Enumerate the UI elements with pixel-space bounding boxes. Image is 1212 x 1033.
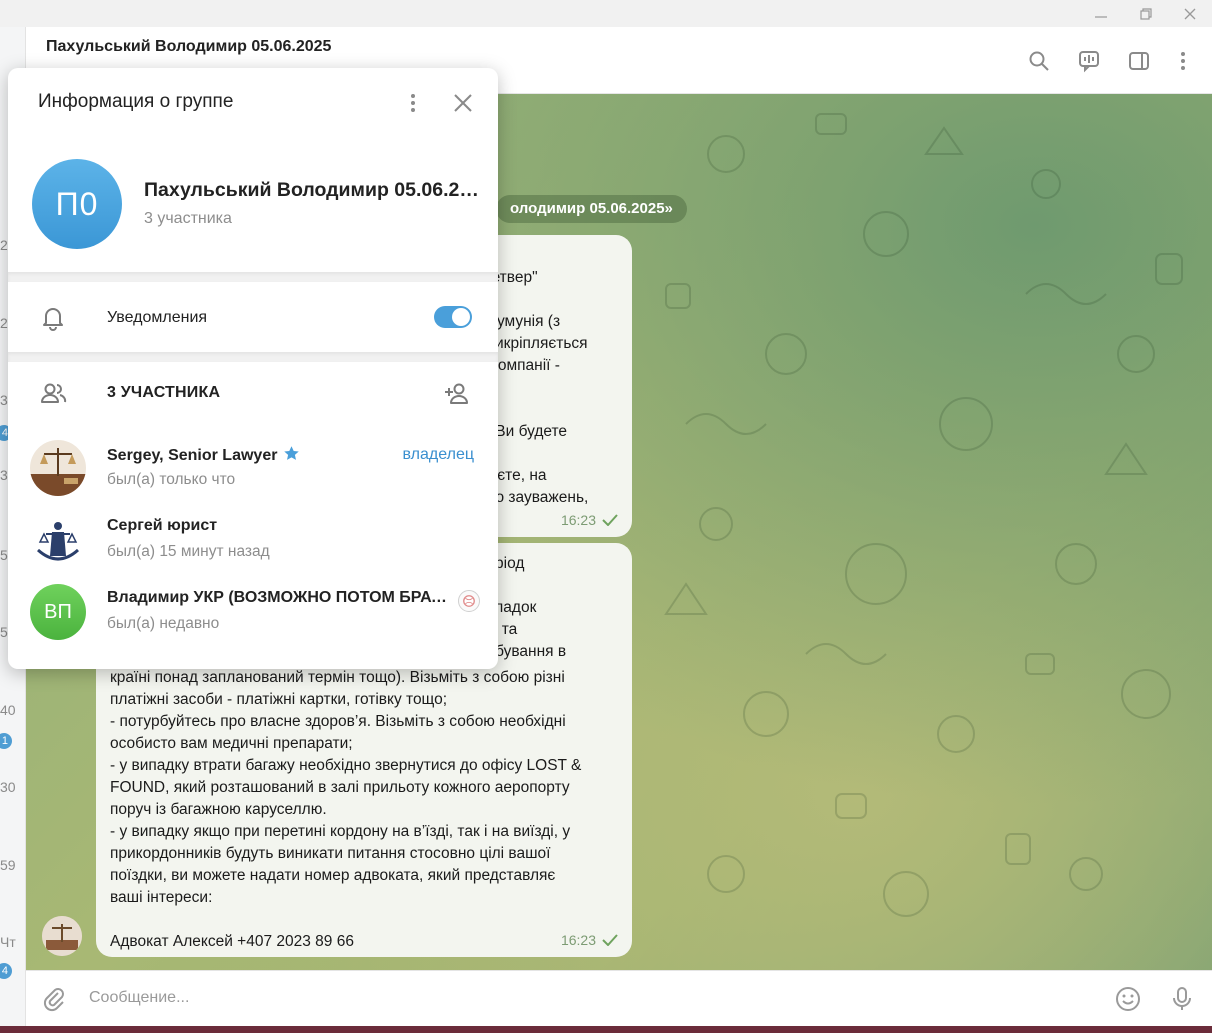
message-input[interactable]: Сообщение... — [89, 989, 189, 1007]
message-line: сів та — [478, 621, 518, 638]
member-name: Владимир УКР (ВОЗМОЖНО ПОТОМ БРАТЬ ЕЩЁ) — [107, 589, 452, 606]
microphone-icon[interactable] — [1168, 985, 1196, 1013]
read-check-icon — [602, 514, 618, 526]
group-name: Пахульський Володимир 05.06.2025 — [144, 179, 484, 201]
member-avatar — [30, 440, 86, 496]
message-line: и, Ви будете — [478, 423, 568, 440]
sender-avatar[interactable] — [42, 916, 82, 956]
group-members-count: 3 участника — [144, 210, 232, 227]
close-icon[interactable] — [1167, 0, 1212, 27]
notifications-label: Уведомления — [107, 309, 208, 326]
message-line: - у випадку якщо при перетині кордону на… — [110, 823, 571, 840]
message-line: Адвокат Алексей +407 2023 89 66 — [110, 933, 354, 950]
member-status: был(а) недавно — [107, 615, 220, 632]
chat-list-fragment: 30 — [0, 779, 16, 795]
group-info-panel: Информация о группе П0 Пахульський Волод… — [8, 68, 498, 669]
message-line: випадок — [478, 599, 537, 616]
chat-list-fragment: Чт — [0, 934, 16, 950]
message-line: FOUND, який розташований в залі прильоту… — [110, 779, 570, 796]
message-line: , Румунія (з — [478, 313, 561, 330]
message-line: а компанії - — [478, 357, 560, 374]
restore-icon[interactable] — [1123, 0, 1168, 27]
member-name: Сергей юрист — [107, 517, 218, 534]
member-name-text: Sergey, Senior Lawyer — [107, 447, 278, 464]
message-line: - потурбуйтесь про власне здоров’я. Візь… — [110, 713, 566, 730]
os-taskbar — [0, 1026, 1212, 1033]
message-line: - у випадку втрати багажу необхідно звер… — [110, 757, 582, 774]
members-heading: 3 УЧАСТНИКА — [107, 384, 221, 401]
chat-list-fragment: 40 — [0, 702, 16, 718]
chat-list-fragment: 59 — [0, 857, 16, 873]
section-divider — [8, 352, 498, 362]
bell-icon — [38, 303, 68, 333]
unread-badge: 1 — [0, 733, 12, 749]
member-avatar: ВП — [30, 584, 86, 640]
section-divider — [8, 272, 498, 282]
chat-list-fragment: 3 — [0, 392, 8, 408]
message-timestamp: 16:23 — [560, 932, 596, 948]
message-line: або зауважень, — [478, 489, 589, 506]
star-icon — [284, 446, 300, 460]
emoji-status-icon — [458, 590, 480, 612]
member-name: Sergey, Senior Lawyer — [107, 445, 300, 465]
message-composer[interactable]: Сообщение... — [26, 970, 1212, 1026]
add-member-icon[interactable] — [442, 379, 472, 409]
message-time: 16:23 — [561, 509, 618, 531]
member-row[interactable]: Сергей юрист был(а) 15 минут назад — [8, 506, 498, 572]
close-icon[interactable] — [450, 90, 476, 116]
member-status: был(а) 15 минут назад — [107, 543, 270, 560]
members-icon — [38, 379, 68, 409]
message-line: поруч із багажною каруселлю. — [110, 801, 327, 818]
message-line: прикріпляється — [478, 335, 588, 352]
message-line: особисто вам медичні препарати; — [110, 735, 353, 752]
member-avatar — [30, 512, 86, 568]
window-titlebar — [0, 0, 1212, 27]
emoji-icon[interactable] — [1114, 985, 1142, 1013]
attach-icon[interactable] — [40, 985, 68, 1013]
message-line: країні понад запланований термін тощо). … — [110, 669, 565, 686]
read-check-icon — [602, 934, 618, 946]
message-line: ваші інтереси: — [110, 889, 213, 906]
message-line: поїздки, ви можете надати номер адвоката… — [110, 867, 556, 884]
message-time: 16:23 — [561, 929, 618, 951]
chat-title[interactable]: Пахульський Володимир 05.06.2025 — [46, 38, 331, 56]
message-line: "четвер" — [478, 269, 538, 286]
message-line: період — [478, 555, 525, 572]
video-chat-icon[interactable] — [1076, 48, 1102, 74]
member-row[interactable]: ВП Владимир УКР (ВОЗМОЖНО ПОТОМ БРАТЬ ЕЩ… — [8, 578, 498, 644]
more-vertical-icon[interactable] — [1170, 48, 1196, 74]
message-line: прикордонників будуть виникати питання с… — [110, 845, 551, 862]
member-role-badge: владелец — [402, 446, 474, 463]
member-status: был(а) только что — [107, 471, 236, 488]
search-icon[interactable] — [1026, 48, 1052, 74]
panel-title: Информация о группе — [38, 91, 234, 112]
unread-badge: 4 — [0, 963, 12, 979]
more-vertical-icon[interactable] — [400, 90, 426, 116]
group-avatar[interactable]: П0 — [32, 159, 122, 249]
message-line: н! — [478, 245, 618, 267]
message-timestamp: 16:23 — [560, 512, 596, 528]
message-line: платіжні засоби - платіжні картки, готів… — [110, 691, 448, 708]
notifications-toggle[interactable] — [434, 306, 472, 328]
minimize-icon[interactable] — [1078, 0, 1123, 27]
toggle-knob — [452, 308, 470, 326]
member-row[interactable]: Sergey, Senior Lawyer был(а) только что … — [8, 434, 498, 500]
service-message: олодимир 05.06.2025» — [496, 195, 687, 223]
sidebar-toggle-icon[interactable] — [1126, 48, 1152, 74]
chat-list-fragment: 3 — [0, 467, 8, 483]
message-line: маєте, на — [478, 467, 547, 484]
message-line: ребування в — [478, 643, 567, 660]
